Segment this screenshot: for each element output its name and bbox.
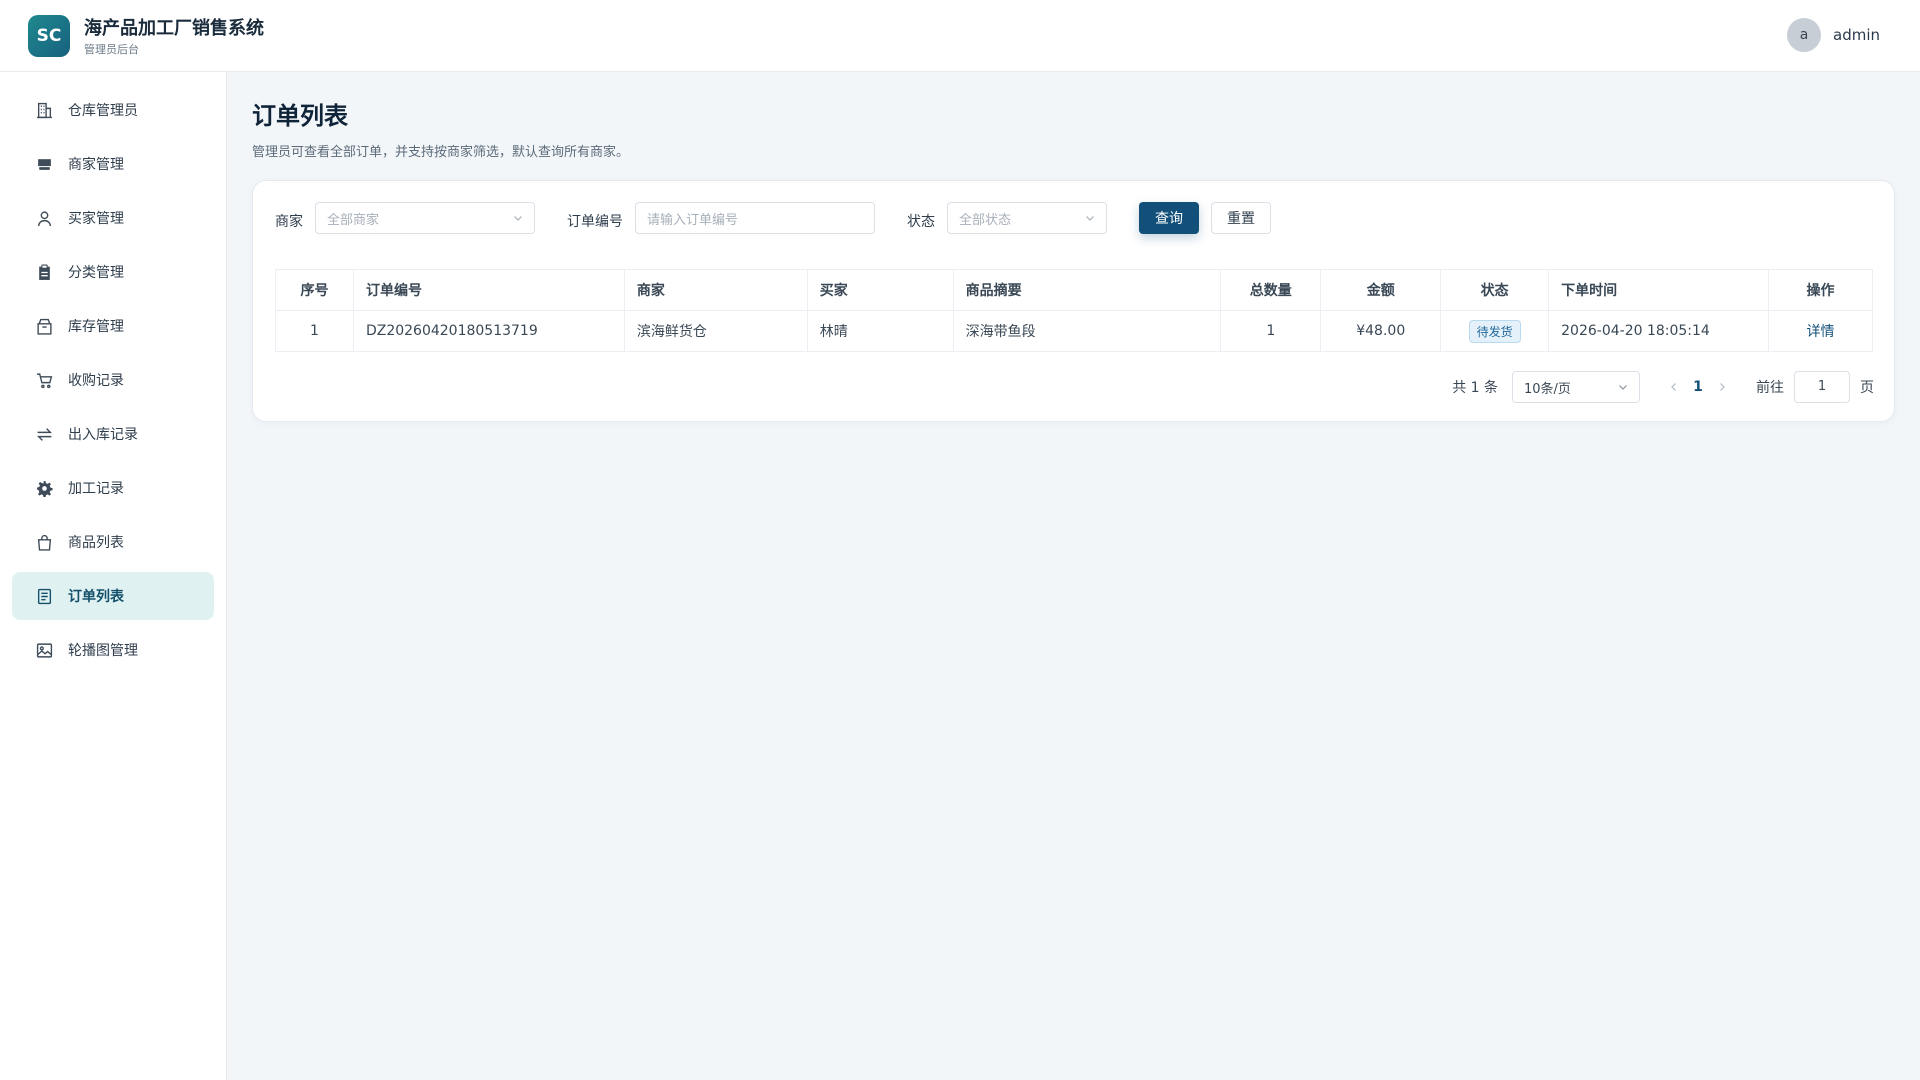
cell-summary: 深海带鱼段 [952,310,1222,352]
image-icon [34,640,54,660]
cell-merchant: 滨海鲜货仓 [623,310,808,352]
sidebar-item-carousel[interactable]: 轮播图管理 [12,626,214,674]
next-page-icon[interactable] [1714,379,1730,395]
goto-label: 前往 [1756,380,1784,396]
sidebar-item-label: 买家管理 [68,211,124,227]
top-header: SC 海产品加工厂销售系统 管理员后台 a admin [0,0,1920,72]
sidebar-item-label: 商家管理 [68,157,124,173]
total-count: 共 1 条 [1452,380,1498,396]
store-icon [34,154,54,174]
bag-icon [34,532,54,552]
table-row: 1 DZ20260420180513719 滨海鲜货仓 林晴 深海带鱼段 1 ¥… [275,310,1873,352]
page-size-select[interactable]: 10条/页 [1512,371,1640,403]
column-header: 下单时间 [1548,269,1769,311]
sidebar-item-merchants[interactable]: 商家管理 [12,140,214,188]
cell-order-no: DZ20260420180513719 [352,310,625,352]
order-no-placeholder: 请输入订单编号 [647,212,739,228]
order-list-card: 商家 全部商家 订单编号 请输入订单编号 状态 全部状态 查询 重置 序号 订单… [252,180,1895,422]
username[interactable]: admin [1833,26,1880,44]
merchant-select[interactable]: 全部商家 [315,202,535,234]
user-icon [34,208,54,228]
avatar[interactable]: a [1787,18,1821,52]
sidebar-item-buyers[interactable]: 买家管理 [12,194,214,242]
sidebar-item-purchases[interactable]: 收购记录 [12,356,214,404]
sidebar-item-inventory[interactable]: 库存管理 [12,302,214,350]
chevron-down-icon [512,212,524,224]
order-no-input[interactable]: 请输入订单编号 [635,202,875,234]
app-title: 海产品加工厂销售系统 [84,18,264,39]
status-filter-label: 状态 [907,214,935,230]
cell-action: 详情 [1768,310,1873,352]
page-description: 管理员可查看全部订单，并支持按商家筛选，默认查询所有商家。 [252,145,630,160]
order-no-filter-label: 订单编号 [567,214,623,230]
cell-index: 1 [275,310,354,352]
sidebar-item-products[interactable]: 商品列表 [12,518,214,566]
sidebar-item-label: 库存管理 [68,319,124,335]
box-icon [34,316,54,336]
column-header: 买家 [806,269,954,311]
status-select[interactable]: 全部状态 [947,202,1107,234]
sidebar-item-processing[interactable]: 加工记录 [12,464,214,512]
sidebar-item-label: 订单列表 [68,589,124,605]
column-header: 总数量 [1220,269,1322,311]
merchant-filter-label: 商家 [275,214,303,230]
query-button[interactable]: 查询 [1139,202,1199,234]
page-title: 订单列表 [252,102,348,130]
column-header: 商品摘要 [952,269,1222,311]
table-header-row: 序号 订单编号 商家 买家 商品摘要 总数量 金额 状态 下单时间 操作 [275,269,1873,311]
cell-time: 2026-04-20 18:05:14 [1548,310,1769,352]
cell-quantity: 1 [1220,310,1322,352]
cell-buyer: 林晴 [806,310,954,352]
chevron-down-icon [1084,212,1096,224]
app-subtitle: 管理员后台 [84,43,139,56]
prev-page-icon[interactable] [1666,379,1682,395]
sidebar-item-label: 收购记录 [68,373,124,389]
reset-button[interactable]: 重置 [1211,202,1271,234]
column-header: 操作 [1768,269,1873,311]
column-header: 状态 [1440,269,1550,311]
sidebar-item-label: 商品列表 [68,535,124,551]
sidebar-item-stock-io[interactable]: 出入库记录 [12,410,214,458]
sidebar-item-label: 加工记录 [68,481,124,497]
document-icon [34,586,54,606]
sidebar-item-label: 仓库管理员 [68,103,138,119]
page-suffix: 页 [1860,380,1874,396]
status-badge: 待发货 [1468,319,1521,343]
merchant-select-placeholder: 全部商家 [327,212,380,228]
column-header: 序号 [275,269,354,311]
cell-status: 待发货 [1440,310,1550,352]
status-select-placeholder: 全部状态 [959,212,1012,228]
sidebar-item-label: 出入库记录 [68,427,138,443]
column-header: 订单编号 [352,269,625,311]
sidebar-item-label: 轮播图管理 [68,643,138,659]
clipboard-icon [34,262,54,282]
chevron-down-icon [1617,381,1629,393]
gear-icon [34,478,54,498]
transfer-icon [34,424,54,444]
page-number-current[interactable]: 1 [1682,379,1714,395]
sidebar-item-orders[interactable]: 订单列表 [12,572,214,620]
building-icon [34,100,54,120]
sidebar-item-warehouse-admin[interactable]: 仓库管理员 [12,86,214,134]
detail-link[interactable]: 详情 [1807,324,1835,340]
orders-table: 序号 订单编号 商家 买家 商品摘要 总数量 金额 状态 下单时间 操作 1 D… [275,269,1873,352]
column-header: 金额 [1320,269,1442,311]
sidebar-item-categories[interactable]: 分类管理 [12,248,214,296]
sidebar: 仓库管理员 商家管理 买家管理 分类管理 库存管理 收购记录 出入库记录 加工记… [0,72,227,1080]
app-logo: SC [28,15,70,57]
pagination: 共 1 条 10条/页 1 前往 1 页 [1452,371,1874,403]
cell-amount: ¥48.00 [1320,310,1442,352]
column-header: 商家 [623,269,808,311]
sidebar-item-label: 分类管理 [68,265,124,281]
user-menu[interactable]: a admin [1787,18,1880,52]
cart-icon [34,370,54,390]
page-size-value: 10条/页 [1524,381,1571,397]
goto-page-input[interactable]: 1 [1794,371,1850,403]
